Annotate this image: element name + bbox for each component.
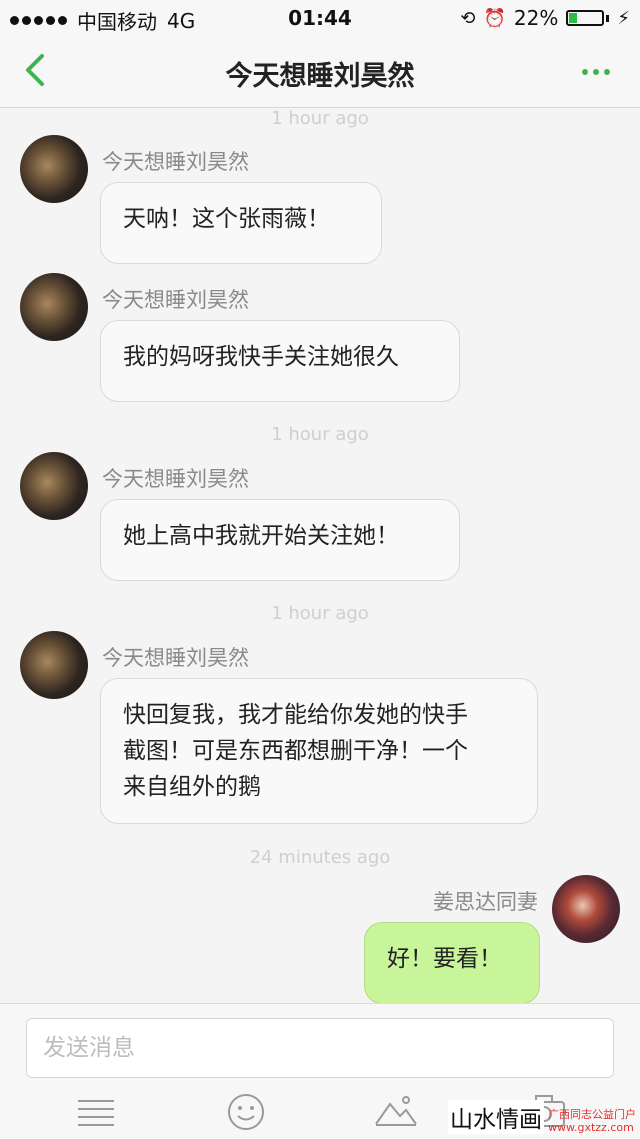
message-bubble[interactable]: 我的妈呀我快手关注她很久 <box>100 320 460 402</box>
timestamp: 24 minutes ago <box>249 847 391 868</box>
image-button[interactable] <box>374 1092 418 1132</box>
watermark: 山水情画 广西同志公益门户 www.gxtzz.com <box>448 1100 636 1134</box>
message-list[interactable]: 1 hour ago 今天想睡刘昊然 天呐！这个张雨薇！ 今天想睡刘昊然 我的妈… <box>0 108 640 1003</box>
watermark-site-name: 广西同志公益门户 <box>548 1108 636 1121</box>
emoji-icon <box>228 1094 264 1130</box>
input-area: 山水情画 广西同志公益门户 www.gxtzz.com <box>0 1003 640 1138</box>
message-line: 快回复我，我才能给你发她的快手 <box>123 702 468 728</box>
more-options-button[interactable] <box>582 58 616 86</box>
battery-tip <box>606 14 610 22</box>
rotation-lock-icon: ⟲ <box>460 7 476 29</box>
emoji-button[interactable] <box>226 1092 270 1132</box>
sender-name: 今天想睡刘昊然 <box>102 467 249 491</box>
avatar[interactable] <box>20 452 88 520</box>
message-input[interactable] <box>26 1018 614 1078</box>
sender-name: 今天想睡刘昊然 <box>102 288 249 312</box>
watermark-site: 广西同志公益门户 www.gxtzz.com <box>548 1108 636 1134</box>
battery-percent: 22% <box>513 6 559 30</box>
message-bubble[interactable]: 天呐！这个张雨薇！ <box>100 182 382 264</box>
sender-name: 今天想睡刘昊然 <box>102 150 249 174</box>
battery-icon <box>566 10 605 26</box>
more-dots-icon <box>582 69 588 75</box>
status-bar: 中国移动 4G 01:44 ⟲ ⏰ 22% ⚡ <box>0 0 640 36</box>
message-line: 截图！可是东西都想删干净！一个 <box>123 738 468 764</box>
navigation-bar: 今天想睡刘昊然 <box>0 36 640 108</box>
watermark-site-url: www.gxtzz.com <box>548 1121 634 1134</box>
alarm-icon: ⏰ <box>483 7 506 29</box>
avatar[interactable] <box>20 273 88 341</box>
timestamp: 1 hour ago <box>271 108 369 129</box>
message-bubble[interactable]: 她上高中我就开始关注她！ <box>100 499 460 581</box>
sender-name: 姜思达同妻 <box>433 890 538 914</box>
charging-icon: ⚡ <box>617 7 630 29</box>
avatar[interactable] <box>552 875 620 943</box>
avatar[interactable] <box>20 135 88 203</box>
conversation-title: 今天想睡刘昊然 <box>225 61 415 92</box>
image-icon <box>375 1096 417 1126</box>
sender-name: 今天想睡刘昊然 <box>102 646 249 670</box>
list-icon <box>78 1100 114 1126</box>
message-bubble[interactable]: 快回复我，我才能给你发她的快手 截图！可是东西都想删干净！一个 来自组外的鹅 <box>100 678 538 824</box>
timestamp: 1 hour ago <box>271 603 369 624</box>
watermark-text: 山水情画 <box>448 1100 544 1134</box>
timestamp: 1 hour ago <box>271 424 369 445</box>
message-line: 来自组外的鹅 <box>123 774 261 800</box>
avatar[interactable] <box>20 631 88 699</box>
list-button[interactable] <box>76 1092 120 1132</box>
message-bubble[interactable]: 好！要看！ <box>364 922 540 1003</box>
